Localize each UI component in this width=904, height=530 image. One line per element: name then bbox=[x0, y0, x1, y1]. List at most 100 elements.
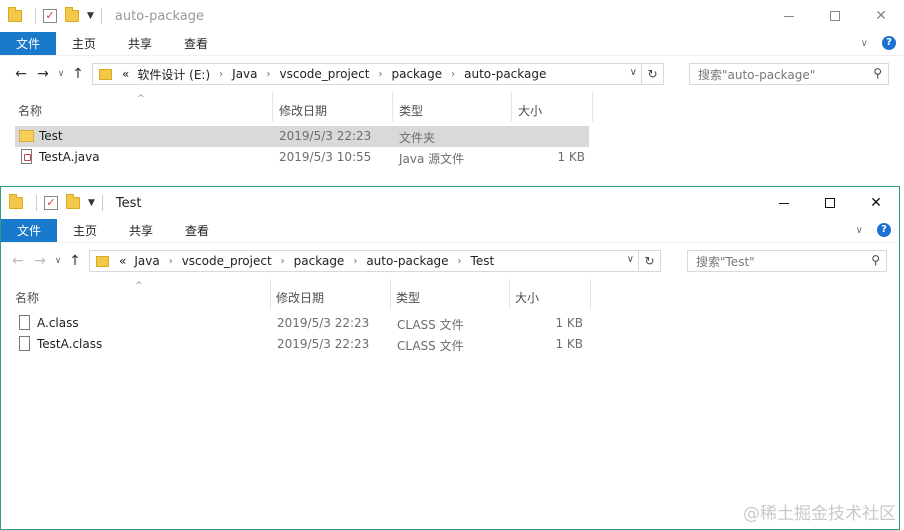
tab-file[interactable]: 文件 bbox=[0, 32, 56, 55]
file-name: TestA.class bbox=[37, 337, 103, 351]
search-input[interactable]: 搜索"Test" ⚲ bbox=[687, 250, 887, 272]
tab-share[interactable]: 共享 bbox=[112, 32, 168, 55]
search-input[interactable]: 搜索"auto-package" ⚲ bbox=[689, 63, 889, 85]
quick-access-toolbar: ✓ ▼ bbox=[8, 7, 109, 24]
back-arrow-icon[interactable]: ← bbox=[10, 66, 32, 82]
file-date: 2019/5/3 22:23 bbox=[277, 316, 370, 330]
maximize-button[interactable] bbox=[807, 187, 853, 219]
chevron-down-icon[interactable]: ∨ bbox=[861, 38, 868, 49]
java-file-icon bbox=[21, 149, 32, 164]
breadcrumb-item[interactable]: package bbox=[391, 67, 442, 81]
chevron-right-icon[interactable]: › bbox=[451, 69, 455, 80]
maximize-icon bbox=[825, 198, 835, 208]
file-type: 文件夹 bbox=[399, 131, 436, 145]
file-name: Test bbox=[39, 129, 63, 143]
minimize-button[interactable] bbox=[761, 187, 807, 219]
column-type[interactable]: 类型 bbox=[396, 289, 420, 306]
chevron-right-icon[interactable]: › bbox=[353, 256, 357, 267]
file-size: 1 KB bbox=[555, 316, 583, 330]
title-bar[interactable]: ✓ ▼ auto-package ✕ bbox=[0, 0, 904, 32]
breadcrumb-item[interactable]: Java bbox=[134, 254, 159, 268]
chevron-right-icon[interactable]: › bbox=[219, 69, 223, 80]
refresh-button[interactable]: ↻ bbox=[639, 250, 661, 272]
chevron-right-icon[interactable]: › bbox=[169, 256, 173, 267]
address-bar[interactable]: « Java › vscode_project › package › auto… bbox=[89, 250, 639, 272]
up-arrow-icon[interactable]: ↑ bbox=[65, 253, 85, 269]
chevron-right-icon[interactable]: › bbox=[378, 69, 382, 80]
file-row[interactable]: TestA.java 2019/5/3 10:55 Java 源文件 1 KB bbox=[15, 147, 589, 168]
properties-icon[interactable]: ✓ bbox=[43, 9, 57, 23]
folder-icon bbox=[96, 255, 109, 267]
ribbon-tabs: 文件 主页 共享 查看 ∨ ? bbox=[0, 32, 904, 56]
properties-icon[interactable]: ✓ bbox=[44, 196, 58, 210]
breadcrumb-overflow[interactable]: « bbox=[122, 67, 129, 81]
up-arrow-icon[interactable]: ↑ bbox=[68, 66, 88, 82]
back-arrow-icon[interactable]: ← bbox=[7, 253, 29, 269]
file-row[interactable]: TestA.class 2019/5/3 22:23 CLASS 文件 1 KB bbox=[13, 334, 587, 355]
tab-share[interactable]: 共享 bbox=[113, 219, 169, 242]
help-icon[interactable]: ? bbox=[882, 36, 896, 50]
breadcrumb-item[interactable]: package bbox=[294, 254, 345, 268]
address-dropdown-icon[interactable]: ∨ bbox=[630, 67, 637, 78]
navigation-bar: ← → ∨ ↑ « Java › vscode_project › packag… bbox=[1, 243, 899, 279]
window-controls: ✕ bbox=[761, 187, 899, 219]
breadcrumb-overflow[interactable]: « bbox=[119, 254, 126, 268]
breadcrumb-item[interactable]: vscode_project bbox=[182, 254, 272, 268]
breadcrumb-item[interactable]: auto-package bbox=[464, 67, 546, 81]
forward-arrow-icon[interactable]: → bbox=[32, 66, 54, 82]
column-type[interactable]: 类型 bbox=[399, 102, 423, 119]
tab-home[interactable]: 主页 bbox=[56, 32, 112, 55]
file-date: 2019/5/3 10:55 bbox=[279, 150, 372, 164]
chevron-right-icon[interactable]: › bbox=[267, 69, 271, 80]
close-button[interactable]: ✕ bbox=[853, 187, 899, 219]
tab-view[interactable]: 查看 bbox=[168, 32, 224, 55]
address-dropdown-icon[interactable]: ∨ bbox=[627, 254, 634, 265]
new-folder-icon[interactable] bbox=[65, 7, 79, 22]
file-type: Java 源文件 bbox=[399, 152, 465, 166]
breadcrumb-item[interactable]: Java bbox=[232, 67, 257, 81]
chevron-right-icon[interactable]: › bbox=[281, 256, 285, 267]
search-placeholder: 搜索"Test" bbox=[696, 254, 755, 269]
close-button[interactable]: ✕ bbox=[858, 0, 904, 32]
tab-home[interactable]: 主页 bbox=[57, 219, 113, 242]
column-date[interactable]: 修改日期 bbox=[276, 289, 324, 306]
refresh-button[interactable]: ↻ bbox=[642, 63, 664, 85]
breadcrumb-item[interactable]: vscode_project bbox=[280, 67, 370, 81]
address-bar[interactable]: « 软件设计 (E:) › Java › vscode_project › pa… bbox=[92, 63, 642, 85]
column-header: ^ 名称 修改日期 类型 大小 bbox=[0, 92, 904, 122]
maximize-icon bbox=[830, 11, 840, 21]
column-size[interactable]: 大小 bbox=[515, 289, 539, 306]
watermark: @稀土掘金技术社区 bbox=[743, 504, 896, 524]
chevron-right-icon[interactable]: › bbox=[458, 256, 462, 267]
column-name[interactable]: 名称 bbox=[15, 289, 39, 306]
ribbon-tabs: 文件 主页 共享 查看 ∨ ? bbox=[1, 219, 899, 243]
folder-icon bbox=[19, 130, 34, 142]
recent-locations-icon[interactable]: ∨ bbox=[54, 69, 68, 79]
breadcrumb-item[interactable]: Test bbox=[471, 254, 495, 268]
help-icon[interactable]: ? bbox=[877, 223, 891, 237]
breadcrumb-item[interactable]: 软件设计 (E:) bbox=[137, 66, 210, 83]
search-icon[interactable]: ⚲ bbox=[871, 253, 880, 267]
forward-arrow-icon[interactable]: → bbox=[29, 253, 51, 269]
file-row[interactable]: Test 2019/5/3 22:23 文件夹 bbox=[15, 126, 589, 147]
title-bar[interactable]: ✓ ▼ Test ✕ bbox=[1, 187, 899, 219]
recent-locations-icon[interactable]: ∨ bbox=[51, 256, 65, 266]
search-icon[interactable]: ⚲ bbox=[873, 66, 882, 80]
window-controls: ✕ bbox=[766, 0, 904, 32]
file-type: CLASS 文件 bbox=[397, 339, 464, 353]
column-name[interactable]: 名称 bbox=[18, 102, 42, 119]
column-size[interactable]: 大小 bbox=[518, 102, 542, 119]
column-date[interactable]: 修改日期 bbox=[279, 102, 327, 119]
tab-file[interactable]: 文件 bbox=[1, 219, 57, 242]
maximize-button[interactable] bbox=[812, 0, 858, 32]
tab-view[interactable]: 查看 bbox=[169, 219, 225, 242]
chevron-down-icon[interactable]: ∨ bbox=[856, 225, 863, 236]
breadcrumb-item[interactable]: auto-package bbox=[366, 254, 448, 268]
minimize-button[interactable] bbox=[766, 0, 812, 32]
customize-toolbar-icon[interactable]: ▼ bbox=[88, 198, 95, 208]
file-row[interactable]: A.class 2019/5/3 22:23 CLASS 文件 1 KB bbox=[13, 313, 587, 334]
customize-toolbar-icon[interactable]: ▼ bbox=[87, 11, 94, 21]
new-folder-icon[interactable] bbox=[66, 194, 80, 209]
file-type: CLASS 文件 bbox=[397, 318, 464, 332]
file-date: 2019/5/3 22:23 bbox=[279, 129, 372, 143]
